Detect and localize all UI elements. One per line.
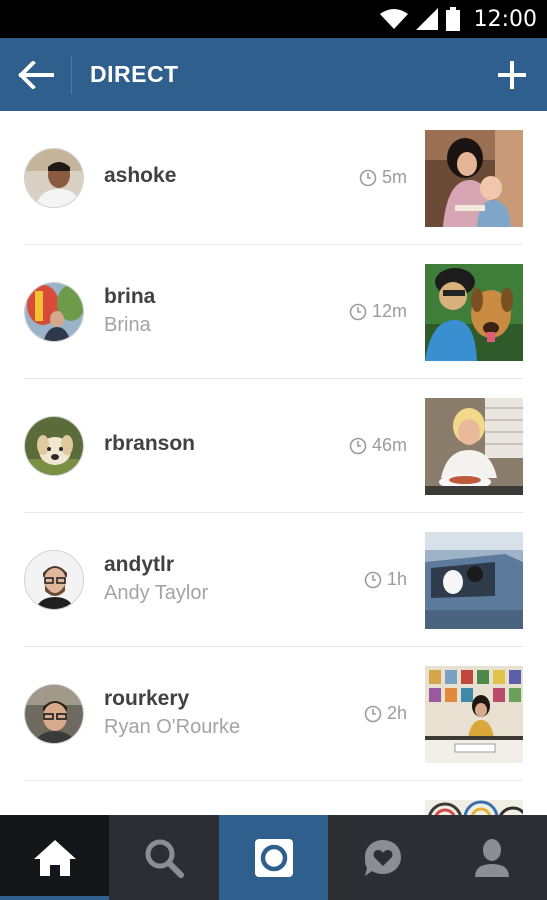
thread-item[interactable]: rbranson 46m [0,379,547,513]
thread-fullname: Andy Taylor [104,582,209,604]
plus-icon [498,60,526,89]
clock-icon [359,169,377,186]
message-thumbnail[interactable] [425,666,523,763]
thread-fullname: Brina [104,314,151,336]
thread-username: ashoke [104,164,177,187]
avatar[interactable] [24,416,84,476]
thread-item[interactable]: rourkery Ryan O'Rourke 2h [0,647,547,781]
battery-icon [445,7,460,31]
status-icons: 12:00 [379,0,537,38]
thread-time: 2h [364,703,407,724]
thread-time: 46m [349,435,407,456]
thread-item[interactable]: brina Brina 12m [0,245,547,379]
nav-activity[interactable] [328,815,437,900]
thread-username: rbranson [104,432,196,455]
activity-heart-icon [364,839,401,876]
thread-time: 5m [359,167,407,188]
thread-username: brina [104,285,156,308]
message-thumbnail[interactable] [425,264,523,361]
thread-fullname: Ryan O'Rourke [104,716,241,738]
search-icon [145,839,185,878]
clock-icon [364,571,382,588]
thread-item[interactable] [0,781,547,815]
profile-icon [475,838,510,877]
back-button[interactable] [0,55,72,94]
clock-icon [349,437,367,454]
new-message-button[interactable] [497,38,527,111]
bottom-nav [0,815,547,900]
thread-item[interactable]: ashoke 5m [0,111,547,245]
thread-time-label: 2h [386,703,407,723]
thread-list: ashoke 5m brina Brina 12m rbranson 46m a… [0,111,547,815]
message-thumbnail[interactable] [425,130,523,227]
avatar[interactable] [24,684,84,744]
back-arrow-icon [17,60,54,89]
thread-time-label: 46m [371,435,407,455]
thread-time: 1h [364,569,407,590]
thread-time: 12m [349,301,407,322]
message-thumbnail[interactable] [425,398,523,495]
thread-time-label: 5m [381,167,407,187]
signal-icon [415,8,438,30]
camera-icon [254,838,293,877]
nav-home[interactable] [0,815,110,900]
avatar[interactable] [24,282,84,342]
avatar[interactable] [24,148,84,208]
thread-time-label: 12m [371,301,407,321]
page-title: DIRECT [90,61,179,87]
status-time: 12:00 [473,6,537,32]
message-thumbnail[interactable] [425,532,523,629]
nav-profile[interactable] [438,815,547,900]
avatar[interactable] [24,550,84,610]
thread-username: andytlr [104,553,175,576]
message-thumbnail[interactable] [425,800,523,815]
thread-time-label: 1h [386,569,407,589]
app-header: DIRECT [0,38,547,111]
clock-icon [349,303,367,320]
home-icon [33,839,76,876]
nav-search[interactable] [109,815,218,900]
clock-icon [364,705,382,722]
thread-item[interactable]: andytlr Andy Taylor 1h [0,513,547,647]
wifi-icon [379,9,408,29]
thread-username: rourkery [104,687,190,710]
status-bar: 12:00 [0,0,547,38]
nav-camera[interactable] [218,815,329,900]
